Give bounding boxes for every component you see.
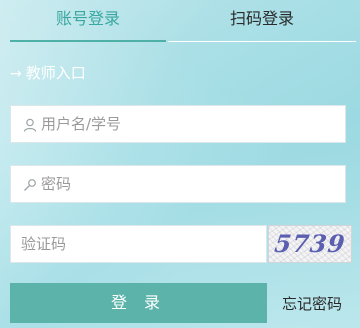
password-input[interactable]	[41, 166, 339, 202]
captcha-field	[10, 225, 267, 263]
teacher-entry-label: → 教师入口	[10, 62, 86, 84]
login-tabs: 账号登录 扫码登录	[10, 0, 356, 42]
tab-account-login[interactable]: 账号登录	[10, 0, 166, 42]
teacher-entry-text: 教师入口	[25, 64, 86, 82]
forgot-password-link[interactable]: 忘记密码	[282, 293, 342, 315]
user-icon	[23, 117, 37, 132]
captcha-image[interactable]: 5739	[268, 225, 352, 263]
username-field	[10, 105, 346, 143]
username-input[interactable]	[41, 106, 339, 142]
arrow-right-icon: →	[10, 66, 22, 82]
password-field	[10, 165, 346, 203]
tab-scan-login[interactable]: 扫码登录	[168, 0, 356, 42]
background	[0, 0, 360, 328]
captcha-code: 5739	[273, 229, 347, 258]
captcha-input[interactable]	[21, 226, 260, 262]
key-icon	[23, 177, 37, 191]
login-button[interactable]: 登 录	[10, 283, 267, 323]
